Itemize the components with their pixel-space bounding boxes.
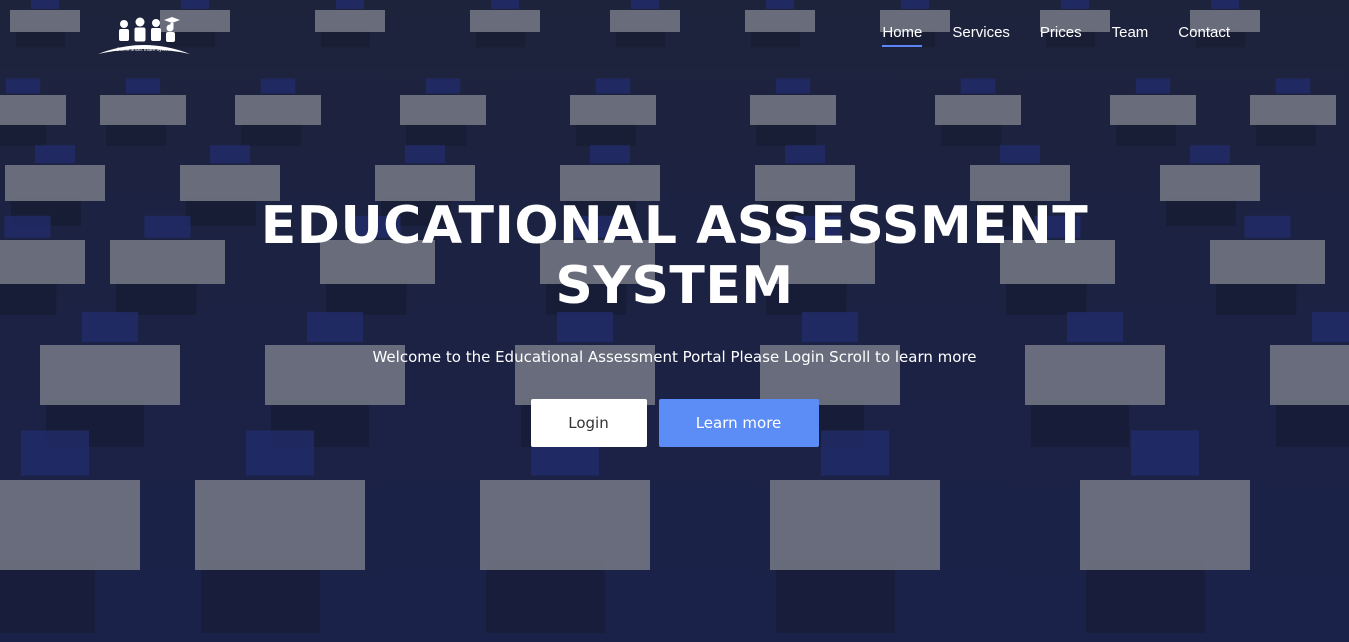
main-nav: Home Services Prices Team Contact	[882, 24, 1230, 47]
hero-title: EDUCATIONAL ASSESSMENT SYSTEM	[225, 196, 1125, 316]
hero-buttons: Login Learn more	[0, 399, 1349, 447]
hero-content: EDUCATIONAL ASSESSMENT SYSTEM Welcome to…	[0, 196, 1349, 447]
nav-contact[interactable]: Contact	[1178, 24, 1230, 47]
nav-team[interactable]: Team	[1112, 24, 1149, 47]
learn-more-button[interactable]: Learn more	[658, 399, 819, 447]
hero-title-line2: SYSTEM	[555, 256, 794, 316]
logo-caption: Online Smart Exam System	[117, 47, 172, 52]
nav-home[interactable]: Home	[882, 24, 923, 47]
graduates-logo-icon[interactable]: Online Smart Exam System	[94, 14, 194, 58]
login-button[interactable]: Login	[530, 399, 647, 447]
hero-subtitle: Welcome to the Educational Assessment Po…	[372, 348, 977, 366]
nav-services[interactable]: Services	[952, 24, 1010, 47]
hero-section: Online Smart Exam System Home Services P…	[0, 0, 1349, 642]
nav-prices[interactable]: Prices	[1040, 24, 1082, 47]
hero-title-line1: EDUCATIONAL ASSESSMENT	[260, 196, 1089, 256]
